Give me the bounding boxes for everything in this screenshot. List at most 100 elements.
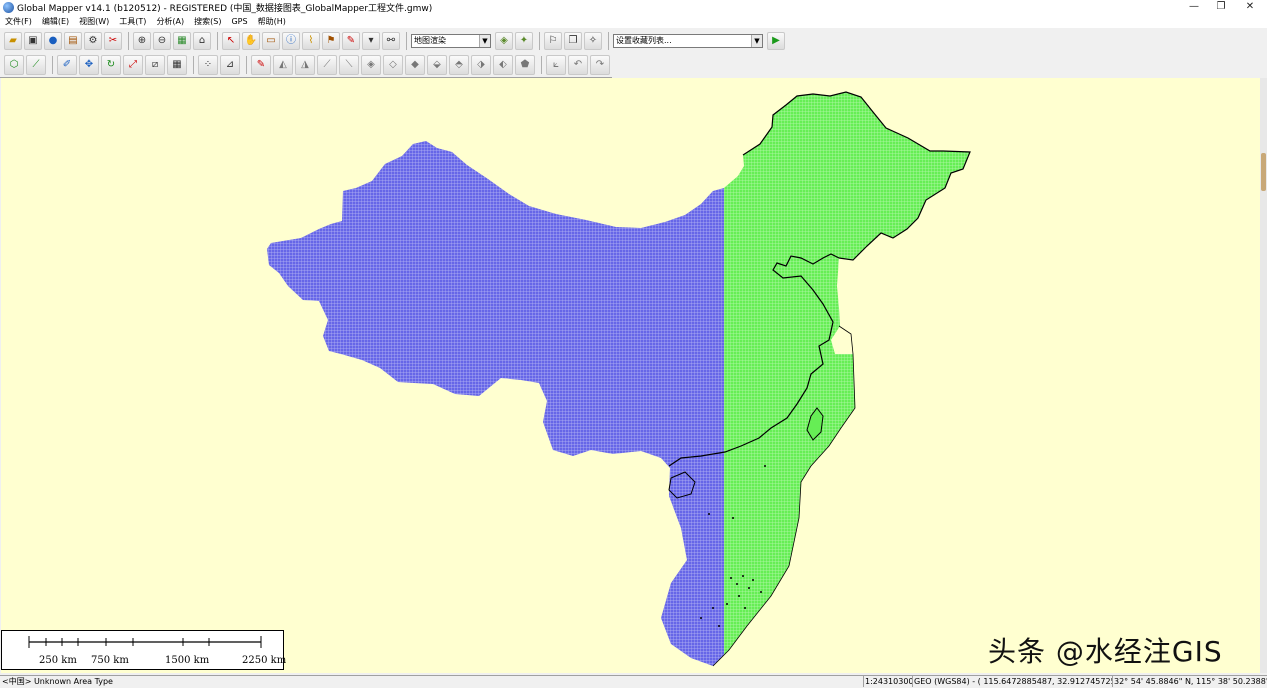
- area-edit-icon-6[interactable]: ⬙: [427, 54, 447, 75]
- view-shed-icon[interactable]: ⚑: [322, 31, 340, 50]
- info-icon[interactable]: ⓘ: [282, 31, 300, 50]
- status-scale: 1:24310300: [863, 676, 912, 687]
- window-title: Global Mapper v14.1 (b120512) - REGISTER…: [17, 4, 433, 14]
- area-edit-icon-10[interactable]: ⬟: [515, 54, 535, 75]
- scale-bar-ruler: [28, 636, 262, 648]
- split-feature-icon[interactable]: ⧄: [145, 54, 165, 75]
- toolbar-separator: [539, 31, 540, 50]
- favorites-value: 设置收藏列表...: [616, 36, 672, 45]
- main-toolbar: ▰ ▣ ● ▤ ⚙ ✂ ⊕ ⊖ ▦ ⌂ ↖ ✋ ▭ ⓘ ⌇ ⚑ ✎ ▾ ⚯ 地图…: [0, 29, 787, 52]
- move-feature-icon[interactable]: ✥: [79, 54, 99, 75]
- shader-settings-icon[interactable]: ✦: [515, 31, 533, 50]
- tile-grid-overlay: [267, 92, 970, 666]
- binoculars-icon[interactable]: ⚯: [382, 31, 400, 50]
- area-edit-icon-4[interactable]: ◇: [383, 54, 403, 75]
- digitizer-toolbar: ⬡ ⟋ ✐ ✥ ↻ ⤢ ⧄ ▦ ⁘ ⊿ ✎ ◭ ◮ ⟋ ⟍ ◈ ◇ ◆ ⬙ ⬘ …: [0, 52, 612, 78]
- toolbar-separator: [52, 55, 53, 74]
- toolbar-separator: [406, 31, 407, 50]
- menu-edit[interactable]: 编辑(E): [37, 16, 74, 27]
- area-edit-icon-5[interactable]: ◆: [405, 54, 425, 75]
- zoom-in-icon[interactable]: ⊕: [133, 31, 151, 50]
- full-view-icon[interactable]: ▦: [173, 31, 191, 50]
- menu-file[interactable]: 文件(F): [0, 16, 37, 27]
- toolbar-separator: [193, 55, 194, 74]
- vertical-scrollbar[interactable]: [1260, 78, 1267, 673]
- area-edit-icon-7[interactable]: ⬘: [449, 54, 469, 75]
- redo-icon[interactable]: ↷: [590, 54, 610, 75]
- config-icon[interactable]: ⚙: [84, 31, 102, 50]
- toolbar-separator: [128, 31, 129, 50]
- path-profile-icon[interactable]: ⌇: [302, 31, 320, 50]
- title-bar: Global Mapper v14.1 (b120512) - REGISTER…: [0, 0, 1267, 15]
- favorites-select[interactable]: 设置收藏列表... ▼: [613, 33, 763, 48]
- snap-icon[interactable]: ⟀: [546, 54, 566, 75]
- edit-vertex-icon[interactable]: ✐: [57, 54, 77, 75]
- status-projection: GEO (WGS84) - ( 115.6472885487, 32.91274…: [912, 676, 1112, 687]
- line-point-icon[interactable]: ⊿: [220, 54, 240, 75]
- save-icon[interactable]: ▣: [24, 31, 42, 50]
- minimize-button[interactable]: —: [1180, 0, 1208, 15]
- menu-view[interactable]: 视图(W): [74, 16, 114, 27]
- point-icon[interactable]: ⁘: [198, 54, 218, 75]
- grid-feature-icon[interactable]: ▦: [167, 54, 187, 75]
- draw-icon[interactable]: ✎: [251, 54, 271, 75]
- layers-icon[interactable]: ▤: [64, 31, 82, 50]
- create-line-icon[interactable]: ⟋: [26, 54, 46, 75]
- pan-icon[interactable]: ✋: [242, 31, 260, 50]
- undo-icon[interactable]: ↶: [568, 54, 588, 75]
- scale-feature-icon[interactable]: ⤢: [123, 54, 143, 75]
- toolbar-separator: [541, 55, 542, 74]
- toolbar-separator: [608, 31, 609, 50]
- menu-tools[interactable]: 工具(T): [114, 16, 151, 27]
- zoom-out-icon[interactable]: ⊖: [153, 31, 171, 50]
- area-edit-icon-9[interactable]: ⬖: [493, 54, 513, 75]
- map-view[interactable]: [1, 78, 1260, 673]
- status-area-type: <中国> Unknown Area Type: [2, 677, 113, 686]
- menu-bar: 文件(F) 编辑(E) 视图(W) 工具(T) 分析(A) 搜索(S) GPS …: [0, 15, 1267, 28]
- area-edit-icon-8[interactable]: ⬗: [471, 54, 491, 75]
- scale-bar: 250 km 750 km 1500 km 2250 km: [1, 630, 287, 670]
- create-area-icon[interactable]: ⬡: [4, 54, 24, 75]
- scrollbar-thumb[interactable]: [1261, 153, 1266, 191]
- render-mode-select[interactable]: 地图渲染 ▼: [411, 33, 491, 48]
- run-icon[interactable]: ▶: [767, 31, 785, 50]
- line-edit-icon-2[interactable]: ⟍: [339, 54, 359, 75]
- status-bar: <中国> Unknown Area Type 1:24310300 GEO (W…: [0, 675, 1267, 688]
- menu-help[interactable]: 帮助(H): [253, 16, 291, 27]
- gps-icon[interactable]: ✧: [584, 31, 602, 50]
- scale-label-250: 250 km: [39, 655, 77, 666]
- select-icon[interactable]: ↖: [222, 31, 240, 50]
- tools-icon[interactable]: ✂: [104, 31, 122, 50]
- restore-button[interactable]: ❐: [1207, 0, 1235, 15]
- status-coordinates: 32° 54' 45.8846" N, 115° 38' 50.2388" E: [1112, 676, 1267, 687]
- home-icon[interactable]: ⌂: [193, 31, 211, 50]
- menu-search[interactable]: 搜索(S): [189, 16, 226, 27]
- close-button[interactable]: ✕: [1236, 0, 1264, 15]
- watermark-text: 头条 @水经注GIS: [988, 635, 1223, 668]
- flag-icon[interactable]: ⚐: [544, 31, 562, 50]
- scale-label-1500: 1500 km: [165, 655, 210, 666]
- area-edit-icon-1[interactable]: ◭: [273, 54, 293, 75]
- open-folder-icon[interactable]: ▰: [4, 31, 22, 50]
- render-mode-value: 地图渲染: [414, 36, 446, 45]
- copy-icon[interactable]: ❐: [564, 31, 582, 50]
- menu-gps[interactable]: GPS: [226, 17, 252, 26]
- line-edit-icon-1[interactable]: ⟋: [317, 54, 337, 75]
- chevron-down-icon[interactable]: ▼: [751, 34, 762, 47]
- globe-app-icon[interactable]: [3, 2, 14, 13]
- toolbar-separator: [246, 55, 247, 74]
- digitizer-icon[interactable]: ✎: [342, 31, 360, 50]
- menu-analysis[interactable]: 分析(A): [151, 16, 189, 27]
- shader-icon[interactable]: ◈: [495, 31, 513, 50]
- scale-label-2250: 2250 km: [242, 655, 287, 666]
- area-edit-icon-2[interactable]: ◮: [295, 54, 315, 75]
- area-edit-icon-3[interactable]: ◈: [361, 54, 381, 75]
- rotate-feature-icon[interactable]: ↻: [101, 54, 121, 75]
- toolbar-separator: [217, 31, 218, 50]
- chevron-down-icon[interactable]: ▼: [479, 34, 490, 47]
- map-canvas[interactable]: [1, 78, 1260, 673]
- measure-icon[interactable]: ▭: [262, 31, 280, 50]
- china-region[interactable]: [267, 91, 971, 667]
- dropdown-tool-icon[interactable]: ▾: [362, 31, 380, 50]
- online-data-icon[interactable]: ●: [44, 31, 62, 50]
